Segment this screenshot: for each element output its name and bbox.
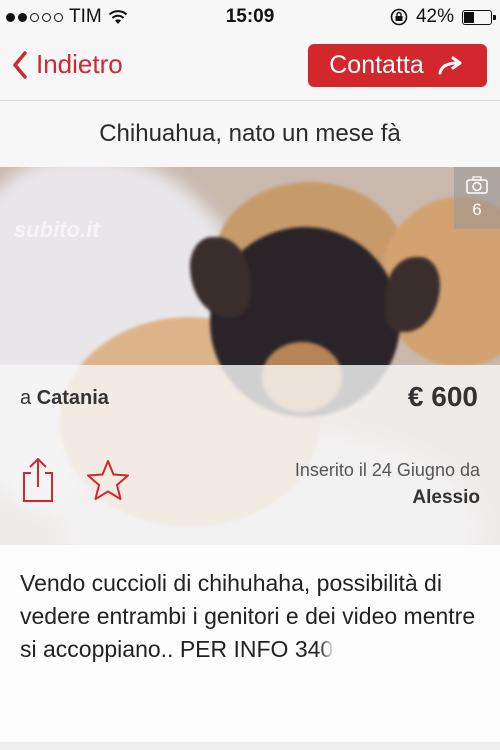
photo-count-badge[interactable]: 6 — [454, 167, 500, 229]
back-button[interactable]: Indietro — [12, 49, 123, 80]
price: € 600 — [407, 381, 478, 412]
posted-info: Inserito il 24 Giugno da Alessio — [295, 457, 480, 511]
battery-percent: 42% — [415, 6, 454, 27]
posted-date: Inserito il 24 Giugno da — [294, 460, 480, 480]
battery-icon — [462, 9, 496, 25]
photo-count: 6 — [472, 200, 482, 219]
back-chevron-icon — [13, 50, 27, 79]
location-city: Catania — [36, 387, 109, 409]
lock-rotation-icon — [390, 8, 408, 26]
favorite-button[interactable] — [86, 459, 130, 506]
arrow-right-icon — [438, 56, 462, 74]
contact-label: Contatta — [329, 51, 424, 79]
description-text: Vendo cuccioli di chihuhaha, possibilità… — [20, 567, 480, 666]
navigation-bar: Indietro Contatta — [0, 34, 500, 101]
share-icon — [23, 457, 53, 502]
photo-watermark: subito.it — [14, 217, 100, 242]
ad-info-panel: a Catania € 600 Inserito il 24 Giugno da… — [0, 365, 500, 545]
battery-group: 42% — [390, 6, 496, 28]
location: a Catania — [20, 387, 109, 410]
redacted-phone — [333, 637, 444, 664]
camera-icon — [466, 176, 488, 194]
back-label: Indietro — [36, 49, 123, 79]
ad-title: Chihuahua, nato un mese fà — [0, 101, 500, 167]
bottom-divider — [0, 742, 500, 750]
location-prefix: a — [20, 387, 32, 409]
status-bar: TIM 15:09 42% — [0, 0, 500, 34]
seller-name[interactable]: Alessio — [295, 484, 480, 511]
contact-button[interactable]: Contatta — [308, 44, 487, 87]
share-button[interactable] — [20, 457, 56, 508]
ad-description: Vendo cuccioli di chihuhaha, possibilità… — [0, 545, 500, 750]
star-icon — [87, 460, 129, 500]
